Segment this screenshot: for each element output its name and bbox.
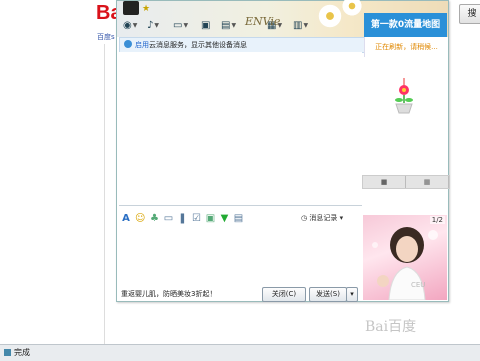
chat-header: ★ ◉ ▼ ♪ ▼ ▭ ▼ ▣ ▤ ▼ ▦ ▼ ▥ ▼ ENVie 第一款0流量地图 xyxy=(117,0,448,37)
multi-chat-button[interactable]: ▤ ▼ xyxy=(221,18,236,32)
message-input[interactable] xyxy=(119,227,362,285)
remote-desktop-button[interactable]: ▣ xyxy=(201,18,210,32)
video-call-button[interactable]: ◉ ▼ xyxy=(123,18,137,32)
cloud-message-notice: 启用云消息服务，显示其他设备消息 xyxy=(119,37,365,53)
status-text: 完成 xyxy=(14,348,30,357)
info-icon xyxy=(124,40,132,48)
ad-text[interactable]: 重返婴儿肌，防晒美妆3折起！ xyxy=(121,289,216,299)
group-icon: ▤ xyxy=(221,19,231,31)
page-indicator: 1/2 xyxy=(429,216,445,224)
message-record-button[interactable]: ◷ 消息记录 ▾ xyxy=(301,213,343,223)
enable-link[interactable]: 启用 xyxy=(135,41,149,49)
send-button[interactable]: 发送(S) xyxy=(309,287,347,302)
status-bar: 完成 xyxy=(0,344,480,361)
browser-page-right xyxy=(448,24,480,344)
refresh-status: 正在刷新，请稍候... xyxy=(364,37,448,57)
watermark: Bai百度 xyxy=(365,319,417,335)
magic-icon[interactable]: ♣ xyxy=(149,213,159,224)
voice-message-icon[interactable]: ❚ xyxy=(177,213,187,224)
chat-window: ★ ◉ ▼ ♪ ▼ ▭ ▼ ▣ ▤ ▼ ▦ ▼ ▥ ▼ ENVie 第一款0流量地图 启用云… xyxy=(116,0,450,302)
folder-icon: ▭ xyxy=(173,19,183,31)
status-icon: ★ xyxy=(142,4,151,14)
chevron-down-icon: ▼ xyxy=(231,21,237,29)
grid-icon: ▥ xyxy=(293,19,303,31)
page-divider xyxy=(104,44,105,344)
webcam-icon: ◉ xyxy=(123,19,132,31)
emoji-icon[interactable]: ☺ xyxy=(135,213,145,224)
gallery-icon[interactable]: ▭ xyxy=(163,213,173,224)
chevron-down-icon: ▼ xyxy=(132,21,138,29)
microphone-icon: ♪ xyxy=(147,19,154,31)
voice-call-button[interactable]: ♪ ▼ xyxy=(147,18,159,32)
flower-decoration xyxy=(317,3,343,29)
message-record-label: 消息记录 xyxy=(309,214,338,222)
chevron-down-icon: ▼ xyxy=(183,21,189,29)
format-toolbar: A ☺ ♣ ▭ ❚ ☑ ▣ ▼ ▤ xyxy=(121,211,243,225)
input-separator xyxy=(119,205,362,206)
promo-banner[interactable]: 第一款0流量地图 xyxy=(364,13,447,37)
message-history[interactable] xyxy=(119,52,362,204)
flower-decoration xyxy=(341,0,363,17)
square-icon: ■ xyxy=(380,178,388,186)
contact-avatar[interactable] xyxy=(123,1,139,15)
more-apps-button[interactable]: ▥ ▼ xyxy=(293,18,308,32)
browser-brand-sub[interactable]: 百度s xyxy=(97,32,115,42)
side-tab-2[interactable]: ▦ xyxy=(406,176,449,188)
grid-icon: ▦ xyxy=(423,178,431,186)
header-deco-text: ENVie xyxy=(245,15,281,28)
notice-text: 云消息服务，显示其他设备消息 xyxy=(149,41,247,49)
chevron-down-icon: ▼ xyxy=(303,21,309,29)
browser-page-left xyxy=(0,0,110,345)
screenshot-icon[interactable]: ▼ xyxy=(219,213,229,224)
person-illustration xyxy=(372,227,438,300)
rich-text-icon[interactable]: ☑ xyxy=(191,213,201,224)
image-icon[interactable]: ▣ xyxy=(205,213,215,224)
transfer-file-button[interactable]: ▭ ▼ xyxy=(173,18,188,32)
side-tabs: ■ ▦ xyxy=(362,175,450,189)
page-icon xyxy=(4,349,11,356)
flower-pot-icon xyxy=(395,78,413,114)
contact-photo[interactable]: 1/2 CEU xyxy=(363,215,447,300)
more-format-icon[interactable]: ▤ xyxy=(233,213,243,224)
search-button[interactable]: 搜 xyxy=(459,4,480,24)
close-button[interactable]: 关闭(C) xyxy=(262,287,306,302)
photo-caption: CEU xyxy=(411,281,426,289)
send-options-button[interactable]: ▾ xyxy=(346,287,358,302)
side-tab-1[interactable]: ■ xyxy=(363,176,406,188)
monitor-icon: ▣ xyxy=(201,19,211,31)
font-icon[interactable]: A xyxy=(121,213,131,224)
chevron-down-icon: ▼ xyxy=(154,21,160,29)
